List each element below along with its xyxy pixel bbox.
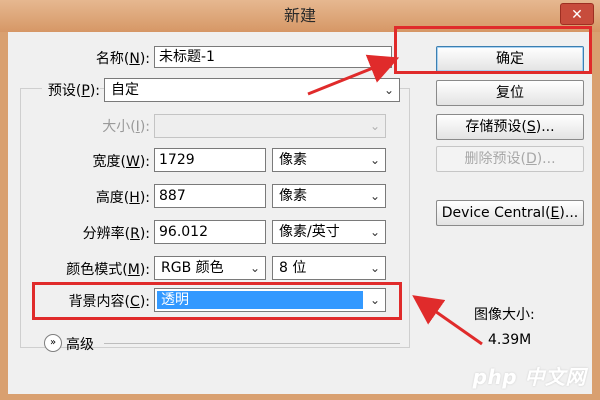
ok-highlight-box xyxy=(394,26,592,74)
advanced-expand-icon[interactable]: » xyxy=(44,334,62,352)
delete-preset-button: 删除预设(D)... xyxy=(436,146,584,172)
height-unit-select[interactable]: 像素 ⌄ xyxy=(272,184,386,208)
image-size-label: 图像大小: xyxy=(474,307,535,323)
height-label: 高度(H): xyxy=(95,190,150,206)
window-frame-bottom xyxy=(0,394,600,400)
bit-depth-select[interactable]: 8 位 ⌄ xyxy=(272,256,386,280)
name-input[interactable]: 未标题-1 xyxy=(154,46,392,68)
preset-label: 预设(P): xyxy=(42,80,100,100)
background-highlight-box xyxy=(32,282,402,320)
width-label: 宽度(W): xyxy=(92,154,151,170)
watermark-logo: php 中文网 xyxy=(472,365,586,389)
color-mode-select[interactable]: RGB 颜色 ⌄ xyxy=(154,256,266,280)
preset-select[interactable]: 自定 ⌄ xyxy=(104,78,400,102)
chevron-down-icon: ⌄ xyxy=(369,119,380,133)
chevron-down-icon: ⌄ xyxy=(369,189,380,203)
size-select: ⌄ xyxy=(154,114,386,138)
chevron-down-icon: ⌄ xyxy=(383,83,394,97)
color-mode-label: 颜色模式(M): xyxy=(66,262,150,278)
save-preset-button[interactable]: 存储预设(S)... xyxy=(436,114,584,140)
device-central-button[interactable]: Device Central(E)... xyxy=(436,200,584,226)
window-frame-left xyxy=(0,32,8,400)
advanced-divider xyxy=(104,343,400,344)
close-icon[interactable]: ✕ xyxy=(560,3,594,25)
size-label: 大小(I): xyxy=(102,119,150,135)
chevron-down-icon: ⌄ xyxy=(369,153,380,167)
advanced-label[interactable]: 高级 xyxy=(66,334,94,354)
height-input[interactable]: 887 xyxy=(154,184,266,208)
reset-button[interactable]: 复位 xyxy=(436,80,584,106)
width-input[interactable]: 1729 xyxy=(154,148,266,172)
resolution-input[interactable]: 96.012 xyxy=(154,220,266,244)
width-unit-select[interactable]: 像素 ⌄ xyxy=(272,148,386,172)
resolution-label: 分辨率(R): xyxy=(82,226,150,242)
chevron-down-icon: ⌄ xyxy=(249,261,260,275)
window-frame-right xyxy=(592,32,600,400)
name-label: 名称(N): xyxy=(95,51,150,67)
chevron-down-icon: ⌄ xyxy=(369,225,380,239)
image-size-value: 4.39M xyxy=(488,332,532,348)
resolution-unit-select[interactable]: 像素/英寸 ⌄ xyxy=(272,220,386,244)
chevron-down-icon: ⌄ xyxy=(369,261,380,275)
